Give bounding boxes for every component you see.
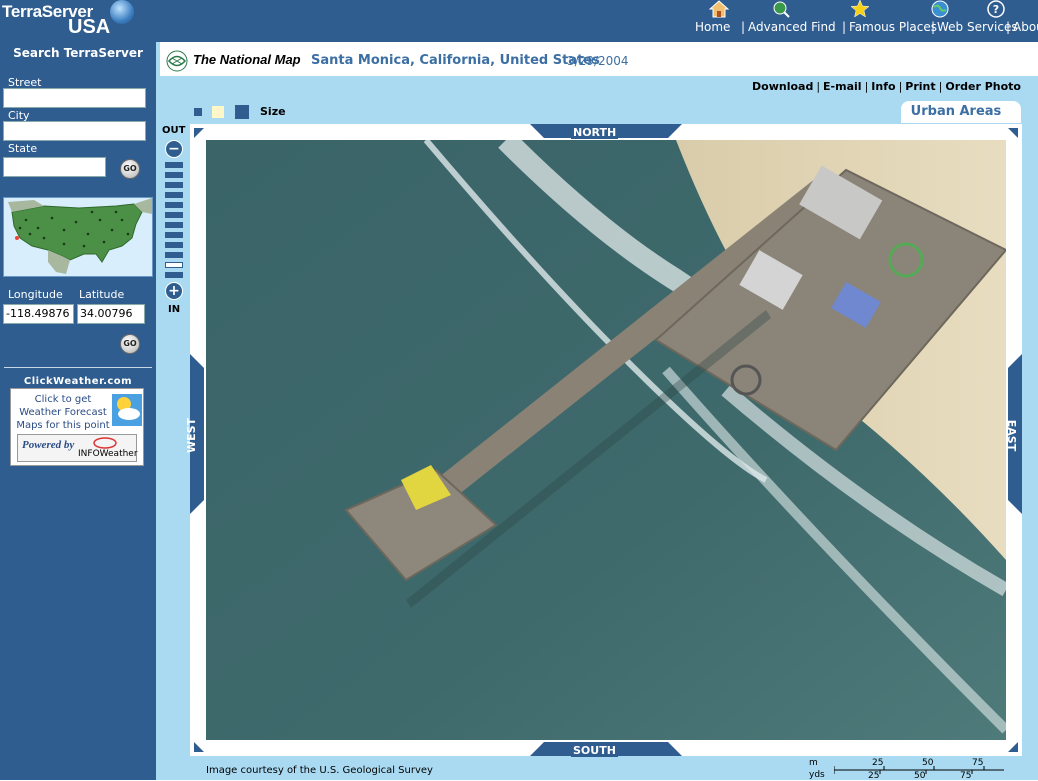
zoom-level-4[interactable] (165, 192, 183, 198)
email-link[interactable]: E-mail (823, 80, 862, 93)
zoom-level-8[interactable] (165, 232, 183, 238)
street-input[interactable] (3, 88, 146, 108)
clickweather-text: Click to get Weather Forecast Maps for t… (16, 394, 110, 431)
scale-bar: m yds 25 50 75 25 50 75 (806, 758, 1016, 781)
map-frame: NORTH SOUTH WEST EAST (185, 124, 1022, 757)
infoweather-badge[interactable]: Powered by INFOWeather (17, 434, 138, 462)
coordinates-go-button[interactable]: GO (120, 334, 140, 354)
brand-line2: USA (68, 16, 111, 38)
infoweather-text: INFOWeather (78, 449, 138, 459)
scale-yds-unit: yds (809, 770, 825, 780)
state-label: State (8, 142, 38, 155)
nav-famous-places[interactable]: Famous Places (849, 20, 937, 34)
zoom-level-10[interactable] (165, 252, 183, 258)
size-small-button[interactable] (194, 108, 202, 116)
download-link[interactable]: Download (752, 80, 813, 93)
order-photo-link[interactable]: Order Photo (945, 80, 1021, 93)
ne-pan-button (1008, 128, 1018, 138)
zoom-out-label: OUT (162, 125, 186, 136)
zoom-level-9[interactable] (165, 242, 183, 248)
sidebar: Search TerraServer Street City State GO … (0, 42, 156, 780)
tab-urban-areas[interactable]: Urban Areas (901, 101, 1021, 123)
location-marker-icon (15, 236, 19, 240)
state-input[interactable] (3, 157, 106, 177)
us-map-graphic (8, 198, 152, 274)
city-input[interactable] (3, 121, 146, 141)
terraserver-logo[interactable]: TerraServer USA (2, 0, 154, 42)
aerial-photo[interactable] (206, 140, 1006, 740)
tab-urban-areas-label: Urban Areas (910, 104, 1002, 119)
image-credit: Image courtesy of the U.S. Geological Su… (206, 765, 433, 776)
about-icon[interactable]: ? (986, 0, 1006, 18)
main-content: The National Map Santa Monica, Californi… (156, 42, 1038, 781)
longitude-label: Longitude (8, 288, 63, 301)
scale-m-unit: m (809, 758, 818, 768)
zoom-level-6[interactable] (165, 212, 183, 218)
main-nav: ? Home | Advanced Find | Famous Places |… (695, 0, 1038, 42)
nw-pan-button (194, 128, 204, 138)
size-medium-button[interactable] (212, 106, 224, 118)
nav-home[interactable]: Home (695, 20, 730, 34)
nav-advanced-find[interactable]: Advanced Find (748, 20, 836, 34)
size-large-button[interactable] (235, 105, 249, 119)
zoom-level-5[interactable] (165, 202, 183, 208)
longitude-input[interactable]: -118.49876 (3, 304, 74, 324)
powered-by-text: Powered by (22, 439, 75, 451)
place-name: Santa Monica, California, United States (311, 53, 600, 68)
compass-west[interactable]: WEST (185, 418, 198, 453)
zoom-out-button[interactable]: − (165, 140, 183, 158)
infoweather-logo-icon (93, 437, 117, 449)
zoom-in-button[interactable]: + (165, 282, 183, 300)
national-map-label[interactable]: The National Map (193, 52, 301, 67)
home-icon[interactable] (709, 0, 729, 18)
clickweather-title[interactable]: ClickWeather.com (0, 376, 156, 387)
us-overview-map[interactable] (3, 197, 153, 277)
se-pan-button (1008, 742, 1018, 752)
zoom-level-12[interactable] (165, 272, 183, 278)
svg-text:?: ? (993, 3, 999, 16)
action-links: Download | E-mail | Info | Print | Order Photo (752, 80, 1021, 93)
print-link[interactable]: Print (905, 80, 935, 93)
zoom-level-2[interactable] (165, 172, 183, 178)
weather-icon (112, 394, 142, 426)
compass-north[interactable]: NORTH (571, 126, 619, 139)
zoom-level-current[interactable] (165, 262, 183, 268)
image-date: 3/29/2004 (567, 54, 629, 68)
scale-m-tick-2: 50 (922, 758, 934, 768)
zoom-level-1[interactable] (165, 162, 183, 168)
sidebar-divider (4, 367, 152, 368)
zoom-level-7[interactable] (165, 222, 183, 228)
latitude-label: Latitude (79, 288, 125, 301)
scale-m-tick-1: 25 (872, 758, 884, 768)
sidebar-title: Search TerraServer (13, 46, 143, 60)
web-services-icon[interactable] (930, 0, 950, 18)
clickweather-ad[interactable]: Click to get Weather Forecast Maps for t… (10, 388, 144, 466)
zoom-level-3[interactable] (165, 182, 183, 188)
national-map-logo-icon (166, 50, 188, 72)
nav-about[interactable]: About (1013, 20, 1038, 34)
globe-icon (110, 0, 134, 24)
compass-south[interactable]: SOUTH (571, 744, 618, 757)
top-bar: TerraServer USA ? Home | Advanced Find |… (0, 0, 1038, 42)
compass-east[interactable]: EAST (1005, 420, 1018, 451)
info-link[interactable]: Info (871, 80, 895, 93)
latitude-input[interactable]: 34.00796 (77, 304, 145, 324)
map-header-bar: The National Map Santa Monica, Californi… (160, 42, 1038, 76)
size-label: Size (260, 105, 286, 118)
star-icon[interactable] (850, 0, 870, 18)
address-go-button[interactable]: GO (120, 159, 140, 179)
scale-m-tick-3: 75 (972, 758, 984, 768)
advanced-find-icon[interactable] (771, 0, 791, 18)
sw-pan-button (194, 742, 204, 752)
zoom-in-label: IN (168, 304, 181, 315)
